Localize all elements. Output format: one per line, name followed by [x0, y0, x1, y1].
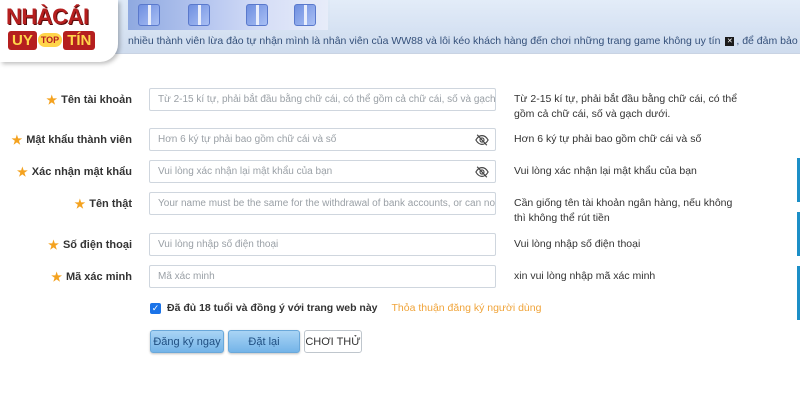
verification-label-text: Mã xác minh [65, 271, 132, 283]
star-icon: ★ [74, 197, 86, 211]
logo-title: NHÀCÁI [6, 4, 89, 29]
agreement-row: ✓ Đã đủ 18 tuổi và đồng ý với trang web … [150, 302, 541, 314]
password-placeholder: Hơn 6 ký tự phải bao gồm chữ cái và số [158, 134, 337, 145]
close-icon[interactable]: ✕ [725, 36, 735, 46]
real-name-label-text: Tên thật [89, 198, 132, 210]
agreement-text: Đã đủ 18 tuổi và đồng ý với trang web nà… [167, 302, 378, 314]
logo-word-tin: TÍN [63, 30, 96, 50]
age-agree-checkbox[interactable]: ✓ [150, 302, 161, 314]
user-agreement-link[interactable]: Thỏa thuận đăng ký người dùng [392, 302, 542, 314]
register-button[interactable]: Đăng ký ngay [150, 330, 224, 353]
marquee-text: nhiều thành viên lừa đảo tự nhận mình là… [128, 35, 721, 47]
star-icon: ★ [46, 93, 58, 107]
username-label: ★ Tên tài khoản [46, 93, 132, 107]
phone-label: ★ Số điện thoại [48, 238, 132, 252]
star-icon: ★ [11, 133, 23, 147]
site-logo[interactable]: NHÀCÁI UY TOP TÍN [0, 0, 139, 68]
password-label-text: Mật khẩu thành viên [26, 134, 132, 146]
star-icon: ★ [48, 238, 59, 252]
logo-word-top: TOP [37, 33, 63, 47]
banner-art [128, 0, 328, 30]
gift-icon [294, 4, 316, 26]
username-input[interactable]: Từ 2-15 kí tự, phải bắt đầu bằng chữ cái… [149, 88, 496, 111]
star-icon: ★ [51, 270, 62, 284]
real-name-input[interactable]: Your name must be the same for the withd… [149, 192, 496, 215]
phone-hint: Vui lòng nhập số điện thoại [514, 238, 641, 250]
logo-word-uy: UY [8, 30, 37, 50]
try-play-button[interactable]: CHƠI THỬ [304, 330, 362, 353]
phone-input[interactable]: Vui lòng nhập số điện thoại [149, 233, 496, 256]
confirm-password-placeholder: Vui lòng xác nhận lại mật khẩu của bạn [158, 166, 333, 177]
password-label: ★ Mật khẩu thành viên [11, 133, 132, 147]
announcement-marquee: nhiều thành viên lừa đảo tự nhận mình là… [128, 30, 800, 52]
logo-badge: NHÀCÁI UY TOP TÍN [0, 0, 118, 62]
username-label-text: Tên tài khoản [61, 94, 132, 106]
marquee-text-after: , để đảm bảo an toàn cho khách [736, 35, 800, 47]
gift-icon [246, 4, 268, 26]
real-name-hint: Cần giống tên tài khoản ngân hàng, nếu k… [514, 197, 733, 224]
star-icon: ★ [16, 165, 28, 179]
reset-button[interactable]: Đặt lại [228, 330, 300, 353]
eye-off-icon[interactable] [475, 165, 489, 179]
banner-background [330, 0, 800, 30]
confirm-password-label-text: Xác nhận mật khẩu [31, 166, 132, 178]
password-input[interactable]: Hơn 6 ký tự phải bao gồm chữ cái và số [149, 128, 496, 151]
confirm-password-hint: Vui lòng xác nhận lại mật khẩu của bạn [514, 165, 697, 177]
real-name-label: ★ Tên thật [74, 197, 132, 211]
username-hint: Từ 2-15 kí tự, phải bắt đầu bằng chữ cái… [514, 93, 738, 120]
logo-subtitle: UY TOP TÍN [8, 30, 96, 50]
verification-hint: xin vui lòng nhập mã xác minh [514, 270, 656, 282]
confirm-password-label: ★ Xác nhận mật khẩu [17, 165, 132, 179]
gift-icon [188, 4, 210, 26]
registration-page: nhiều thành viên lừa đảo tự nhận mình là… [0, 0, 800, 400]
password-hint: Hơn 6 ký tự phải bao gồm chữ cái và số [514, 133, 702, 145]
gift-icon [138, 4, 160, 26]
eye-off-icon[interactable] [475, 133, 489, 147]
verification-label: ★ Mã xác minh [51, 270, 132, 284]
confirm-password-input[interactable]: Vui lòng xác nhận lại mật khẩu của bạn [149, 160, 496, 183]
verification-input[interactable]: Mã xác minh [149, 265, 496, 288]
phone-label-text: Số điện thoại [62, 239, 132, 251]
